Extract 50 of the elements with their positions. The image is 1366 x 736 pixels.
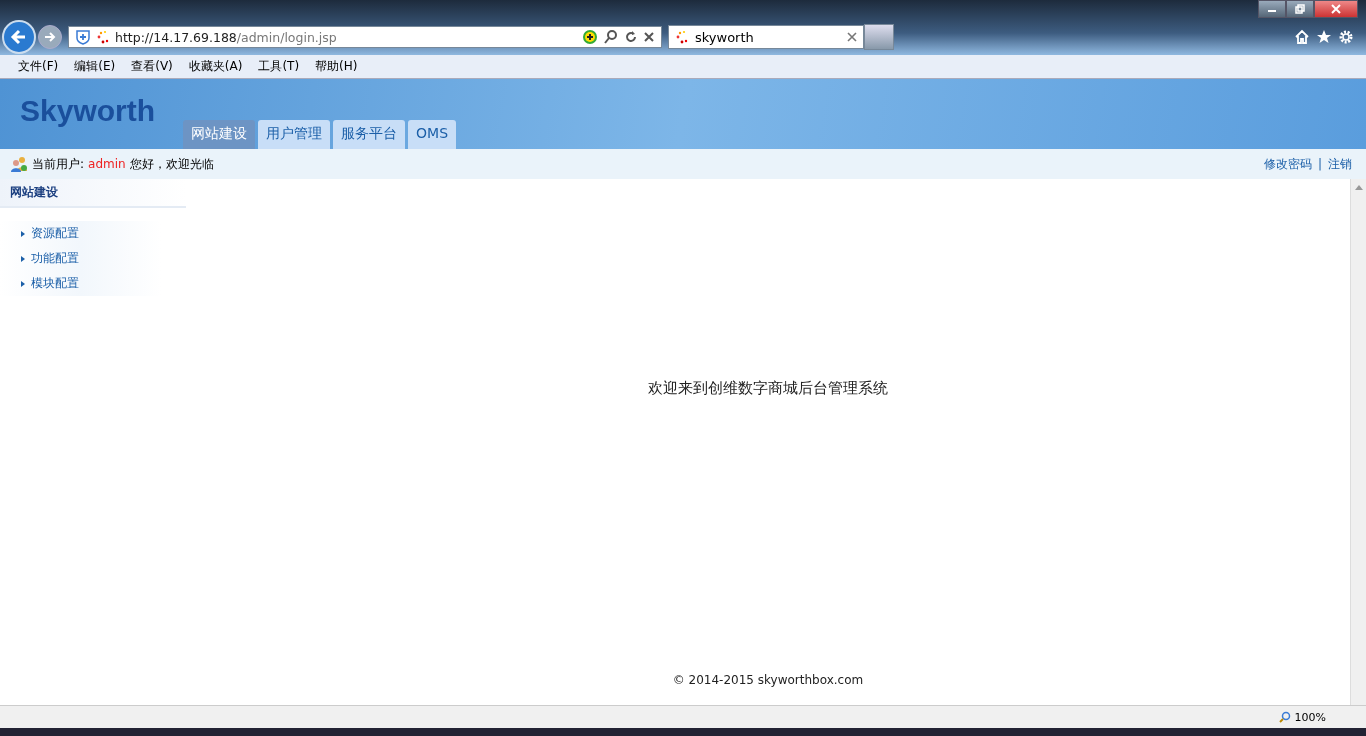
restore-icon <box>1294 4 1306 14</box>
star-icon[interactable] <box>1316 29 1332 45</box>
triangle-bullet-icon <box>21 230 25 237</box>
scrollbar[interactable] <box>1350 179 1366 705</box>
home-icon[interactable] <box>1294 29 1310 45</box>
dotted-circle-icon <box>96 30 110 44</box>
restore-button[interactable] <box>1286 0 1314 18</box>
minimize-button[interactable] <box>1258 0 1286 18</box>
nav-tab[interactable]: 服务平台 <box>333 120 406 149</box>
close-icon[interactable] <box>847 32 857 42</box>
menu-item[interactable]: 工具(T) <box>258 58 300 75</box>
nav-tab[interactable]: 用户管理 <box>258 120 331 149</box>
back-button[interactable] <box>2 20 36 54</box>
forward-arrow-icon <box>43 30 57 44</box>
zoom-level[interactable]: 100% <box>1294 710 1326 724</box>
greeting-text: 您好，欢迎光临 <box>129 155 214 173</box>
close-icon <box>1330 4 1342 14</box>
menu-item[interactable]: 文件(F) <box>18 58 59 75</box>
user-label: 当前用户: <box>32 155 85 173</box>
change-password-link[interactable]: 修改密码 <box>1263 155 1312 173</box>
logout-link[interactable]: 注销 <box>1328 155 1352 173</box>
browser-tab[interactable]: skyworth <box>668 25 864 49</box>
footer-text: © 2014-2015 skyworthbox.com <box>672 673 864 687</box>
username: admin <box>88 157 126 171</box>
logo: Skyworth <box>20 94 156 128</box>
nav-tab[interactable]: OMS <box>408 120 457 149</box>
menu-item[interactable]: 收藏夹(A) <box>188 58 243 75</box>
welcome-text: 欢迎来到创维数字商城后台管理系统 <box>648 379 888 398</box>
refresh-icon[interactable] <box>624 30 638 44</box>
forward-button[interactable] <box>38 25 62 49</box>
zoom-icon <box>1278 711 1291 723</box>
menu-item[interactable]: 编辑(E) <box>74 58 116 75</box>
close-icon[interactable] <box>643 31 655 43</box>
menu-item[interactable]: 查看(V) <box>131 58 173 75</box>
menu-item[interactable]: 帮助(H) <box>315 58 358 75</box>
shield-plus-icon <box>75 29 91 45</box>
link-separator: | <box>1317 157 1322 171</box>
users-icon <box>10 156 28 172</box>
sidebar-title: 网站建设 <box>0 179 186 208</box>
triangle-bullet-icon <box>21 280 25 287</box>
search-icon[interactable] <box>603 29 619 45</box>
settings-icon[interactable] <box>1338 29 1354 45</box>
address-field[interactable]: http://14.17.69.188/admin/login.jsp <box>68 26 662 48</box>
dotted-circle-icon <box>675 30 689 44</box>
close-button[interactable] <box>1314 0 1358 18</box>
url-text: http://14.17.69.188/admin/login.jsp <box>115 29 338 45</box>
plus-circle-icon <box>582 29 598 45</box>
new-tab-button[interactable] <box>864 24 894 50</box>
tab-title: skyworth <box>695 29 755 45</box>
triangle-bullet-icon <box>21 255 25 262</box>
